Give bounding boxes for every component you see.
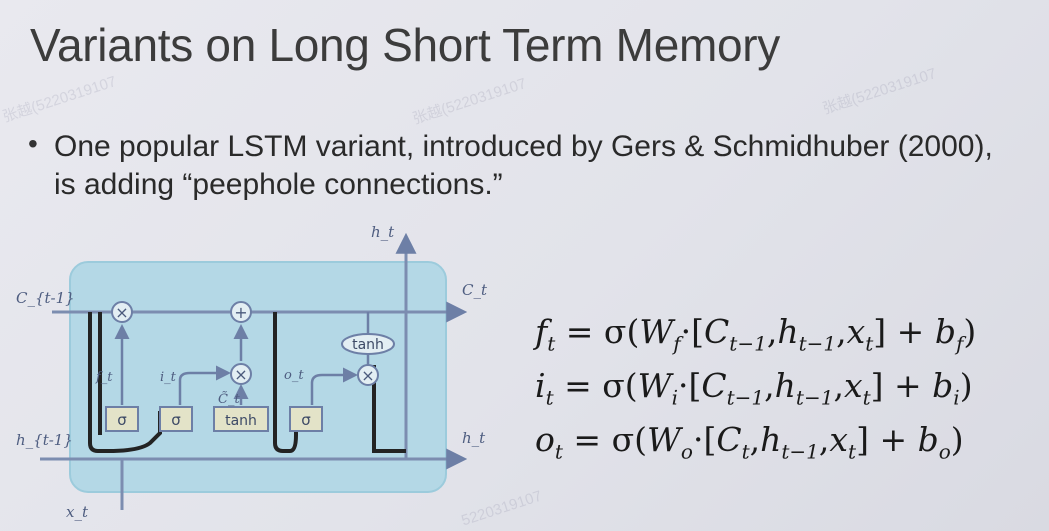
add-symbol: +: [234, 303, 247, 322]
label-x-in: x_t: [66, 503, 89, 521]
candidate-gate-label: tanh: [225, 413, 257, 429]
label-c-in: C_{t-1}: [16, 289, 75, 307]
tanh-op-label: tanh: [352, 337, 384, 353]
lstm-peephole-diagram: × + × × tanh σ σ tanh σ h_t C_{t-1} C_t …: [16, 223, 488, 521]
output-gate-label: σ: [301, 411, 311, 429]
watermark: 张越(5220319107: [0, 73, 119, 126]
label-h-top: h_t: [371, 223, 395, 241]
input-multiply-symbol: ×: [234, 365, 247, 384]
watermark: 张越(5220319107: [410, 75, 529, 128]
equation-output: ot = σ(Wo·[Ct,ht−1,xt] + bo): [535, 420, 964, 464]
input-gate-label: σ: [171, 411, 181, 429]
label-c-out: C_t: [462, 281, 488, 299]
forget-multiply-symbol: ×: [115, 303, 128, 322]
forget-gate-label: σ: [117, 411, 127, 429]
label-h-out: h_t: [462, 429, 486, 447]
label-c-tilde: C̃_t: [218, 391, 240, 407]
bullet-text: One popular LSTM variant, introduced by …: [54, 130, 993, 201]
equation-input: it = σ(Wi·[Ct−1,ht−1,xt] + bi): [535, 366, 973, 410]
bullet-dot: •: [28, 128, 38, 159]
equation-forget: h ft = σ(Wf·[Ct−1,ht−1,xt] + bf): [535, 312, 977, 356]
output-multiply-symbol: ×: [361, 366, 374, 385]
label-i: i_t: [160, 370, 177, 385]
label-o: o_t: [284, 368, 304, 383]
label-f: f_t: [95, 370, 113, 385]
label-h-in: h_{t-1}: [16, 431, 73, 449]
slide-title: Variants on Long Short Term Memory: [30, 19, 780, 71]
watermark: 张越(5220319107: [820, 65, 939, 118]
